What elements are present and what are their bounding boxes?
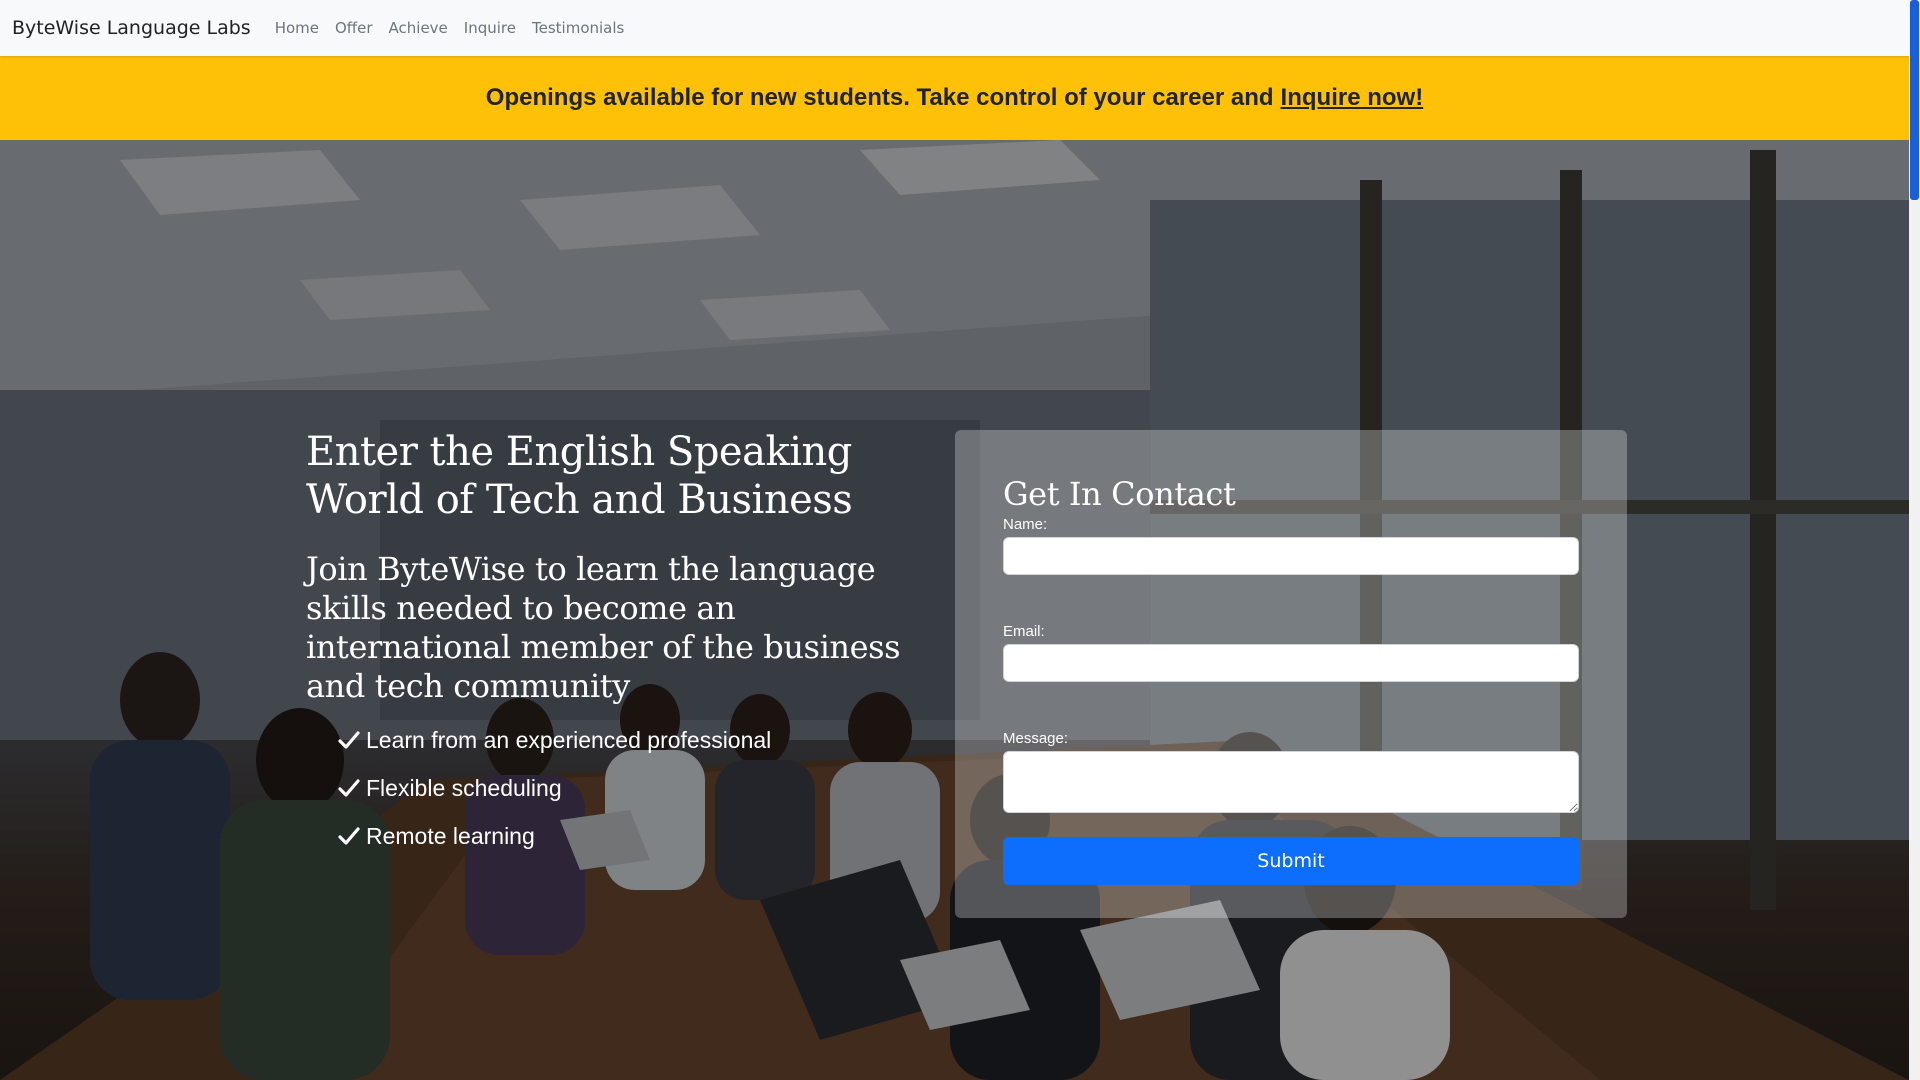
feature-list: Learn from an experienced professional F… (306, 716, 926, 860)
scrollbar-thumb[interactable] (1910, 0, 1919, 200)
contact-form: Get In Contact Name: Email: Message: Sub… (955, 430, 1627, 918)
nav-link-offer[interactable]: Offer (335, 19, 373, 37)
feature-text: Flexible scheduling (366, 774, 562, 801)
nav-link-home[interactable]: Home (275, 19, 319, 37)
hero-title: Enter the English Speaking World of Tech… (306, 429, 853, 523)
brand-logo-text[interactable]: ByteWise Language Labs (12, 17, 251, 39)
inquire-now-link[interactable]: Inquire now! (1281, 84, 1424, 112)
hero-text-block: Enter the English Speaking World of Tech… (306, 428, 926, 860)
feature-text: Remote learning (366, 822, 535, 849)
hero-subtitle: Join ByteWise to learn the language skil… (306, 550, 901, 705)
message-textarea[interactable] (1003, 751, 1579, 813)
check-icon (338, 731, 360, 749)
email-input[interactable] (1003, 644, 1579, 682)
announcement-banner: Openings available for new students. Tak… (0, 56, 1909, 140)
check-icon (338, 827, 360, 845)
check-icon (338, 779, 360, 797)
name-input[interactable] (1003, 537, 1579, 575)
page-scrollbar[interactable] (1909, 0, 1920, 1080)
nav-link-testimonials[interactable]: Testimonials (532, 19, 624, 37)
top-navbar: ByteWise Language Labs Home Offer Achiev… (0, 0, 1909, 56)
feature-item: Learn from an experienced professional (338, 716, 926, 764)
nav-link-inquire[interactable]: Inquire (464, 19, 516, 37)
feature-text: Learn from an experienced professional (366, 726, 772, 753)
nav-link-achieve[interactable]: Achieve (389, 19, 448, 37)
name-label: Name: (1003, 516, 1048, 533)
email-label: Email: (1003, 623, 1045, 640)
banner-text: Openings available for new students. Tak… (485, 84, 1274, 111)
message-label: Message: (1003, 730, 1069, 747)
feature-item: Remote learning (338, 812, 926, 860)
contact-form-title: Get In Contact (1003, 475, 1236, 513)
feature-item: Flexible scheduling (338, 764, 926, 812)
submit-button[interactable]: Submit (1003, 837, 1579, 885)
